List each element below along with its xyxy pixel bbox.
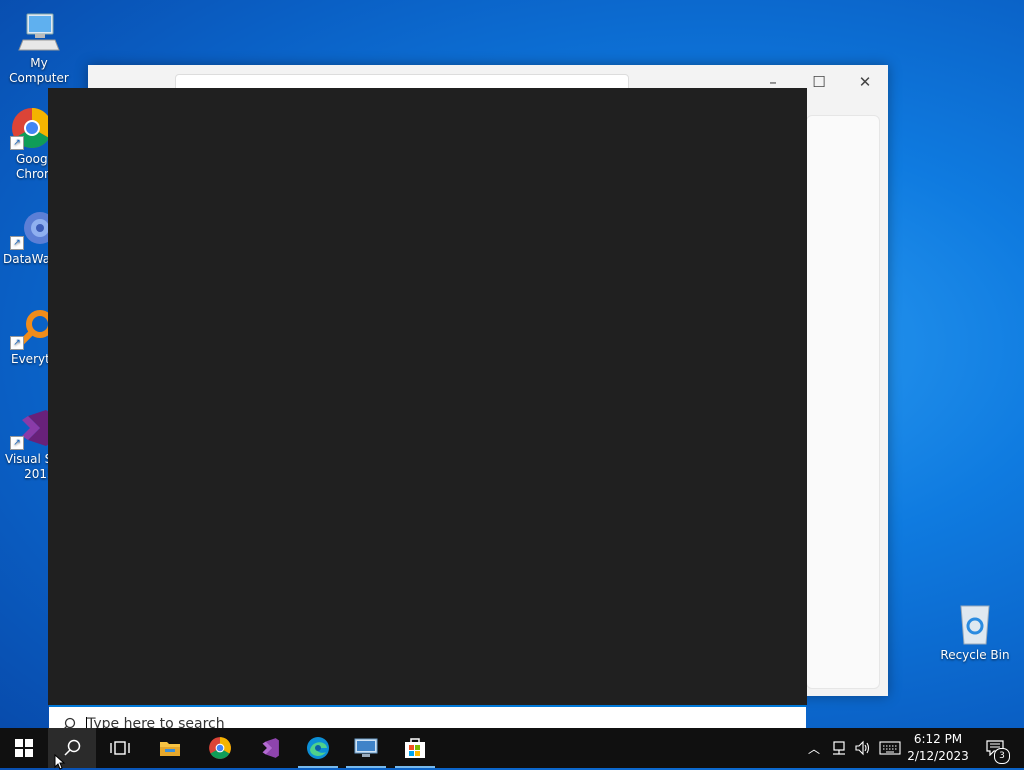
store-taskbar-button[interactable] xyxy=(391,728,439,768)
touch-keyboard-button[interactable] xyxy=(876,728,904,768)
action-center-button[interactable]: 3 xyxy=(980,728,1010,768)
keyboard-icon xyxy=(879,741,901,755)
chrome-icon xyxy=(209,737,231,759)
chevron-up-icon: ︿ xyxy=(807,741,820,756)
visual-studio-taskbar-button[interactable] xyxy=(244,728,292,768)
desktop-icon-label: Recycle Bin xyxy=(940,648,1010,662)
shortcut-arrow-icon: ↗ xyxy=(10,436,24,450)
edge-taskbar-button[interactable] xyxy=(294,728,342,768)
remote-desktop-taskbar-button[interactable] xyxy=(342,728,390,768)
start-button[interactable] xyxy=(0,728,48,768)
notification-count-badge: 3 xyxy=(994,748,1010,764)
task-view-icon xyxy=(110,741,130,755)
store-content-area xyxy=(806,115,880,689)
taskbar-search-box[interactable]: Type here to search xyxy=(49,705,806,728)
visual-studio-icon xyxy=(262,738,279,758)
network-button[interactable] xyxy=(828,728,850,768)
clock-time: 6:12 PM xyxy=(913,732,963,746)
clock-date: 2/12/2023 xyxy=(907,749,969,763)
shortcut-arrow-icon: ↗ xyxy=(10,136,24,150)
shortcut-arrow-icon: ↗ xyxy=(10,336,24,350)
edge-icon xyxy=(307,737,329,759)
file-explorer-button[interactable] xyxy=(146,728,194,768)
desktop-icon-my-computer[interactable]: My Computer xyxy=(0,10,78,86)
network-icon xyxy=(833,741,845,755)
folder-icon xyxy=(160,742,180,756)
computer-icon xyxy=(17,10,61,54)
remote-desktop-icon xyxy=(354,738,378,757)
clock[interactable]: 6:12 PM 2/12/2023 xyxy=(902,731,974,765)
recycle-bin-icon xyxy=(953,602,997,646)
task-view-button[interactable] xyxy=(96,728,144,768)
search-panel xyxy=(48,88,807,705)
search-placeholder: Type here to search xyxy=(87,716,225,728)
windows-icon xyxy=(15,739,33,757)
desktop-icon-recycle-bin[interactable]: Recycle Bin xyxy=(936,602,1014,663)
shortcut-arrow-icon: ↗ xyxy=(10,236,24,250)
taskbar: ︿ 6:12 PM 2/12/2023 3 xyxy=(0,728,1024,768)
maximize-button[interactable]: ☐ xyxy=(804,73,834,91)
search-icon xyxy=(62,716,76,728)
speaker-icon xyxy=(855,740,870,756)
show-hidden-icons-button[interactable]: ︿ xyxy=(806,728,822,768)
volume-button[interactable] xyxy=(852,728,874,768)
desktop-icon-label: My Computer xyxy=(9,56,69,85)
store-icon xyxy=(405,738,425,758)
chrome-taskbar-button[interactable] xyxy=(196,728,244,768)
close-button[interactable]: ✕ xyxy=(850,73,880,91)
